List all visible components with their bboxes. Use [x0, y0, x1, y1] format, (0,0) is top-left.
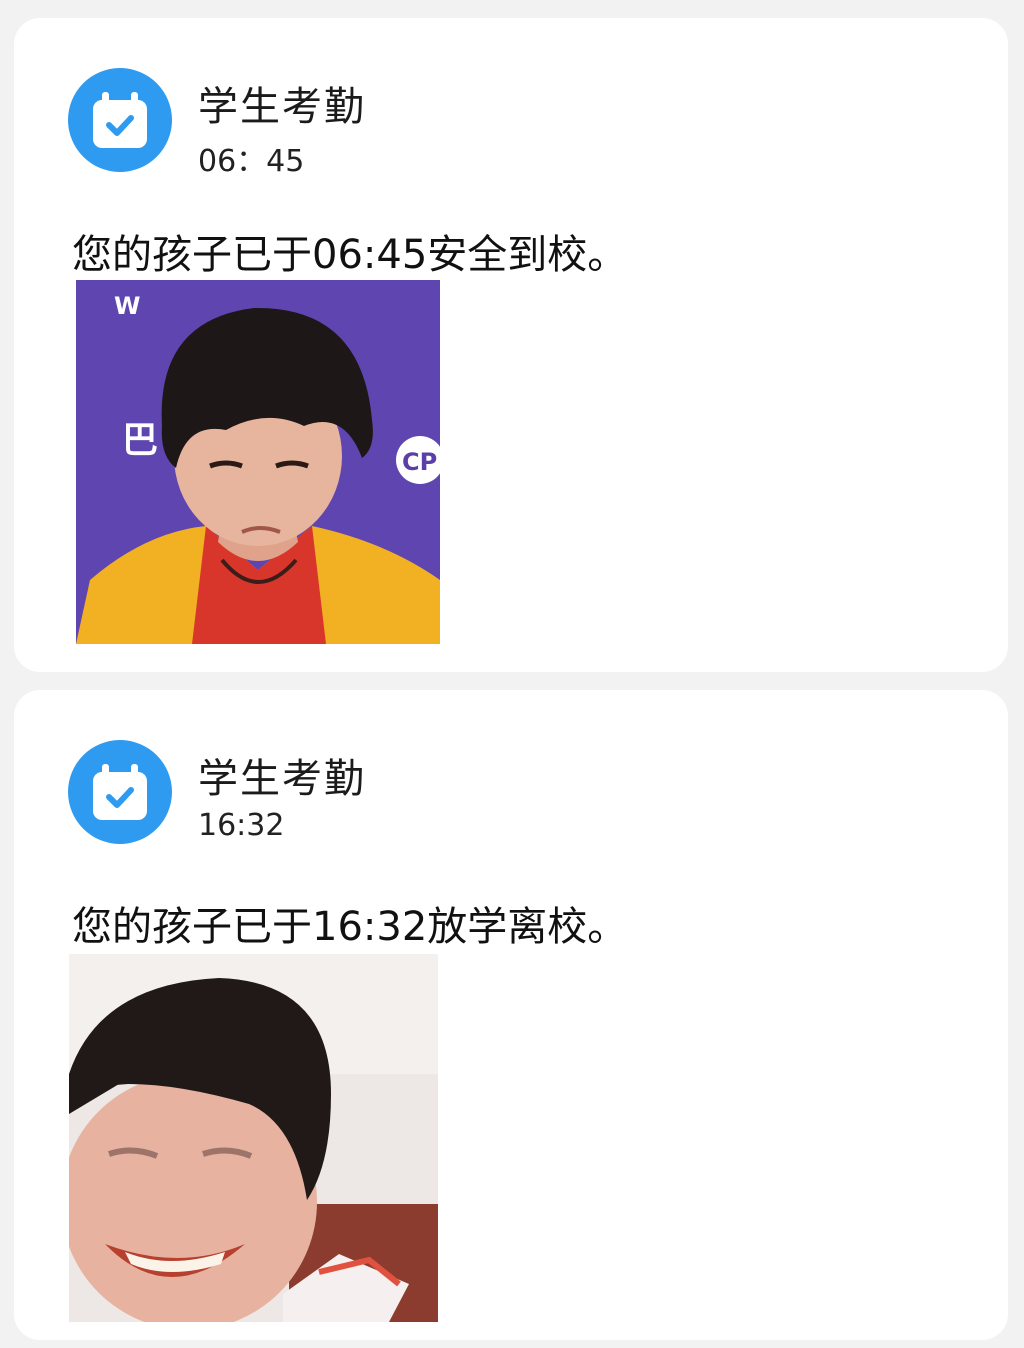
calendar-check-icon — [68, 68, 172, 172]
arrival-photo[interactable]: W 巴 CP — [76, 280, 440, 644]
backdrop-logo-text: 巴 — [122, 420, 158, 461]
notification-message: 您的孩子已于06:45安全到校。 — [72, 232, 628, 278]
backdrop-logo-text: CP — [402, 448, 437, 476]
departure-photo[interactable] — [69, 954, 438, 1322]
app-name: 学生考勤 — [198, 84, 366, 130]
notification-time: 06：45 — [198, 144, 305, 179]
calendar-check-icon — [68, 740, 172, 844]
notification-time: 16:32 — [198, 808, 285, 843]
attendance-notification-card[interactable]: 学生考勤 06：45 您的孩子已于06:45安全到校。 W 巴 CP — [14, 18, 1008, 672]
attendance-notification-card[interactable]: 学生考勤 16:32 您的孩子已于16:32放学离校。 — [14, 690, 1008, 1340]
backdrop-logo-text: W — [114, 292, 140, 320]
notification-message: 您的孩子已于16:32放学离校。 — [72, 904, 628, 950]
app-name: 学生考勤 — [198, 756, 366, 802]
